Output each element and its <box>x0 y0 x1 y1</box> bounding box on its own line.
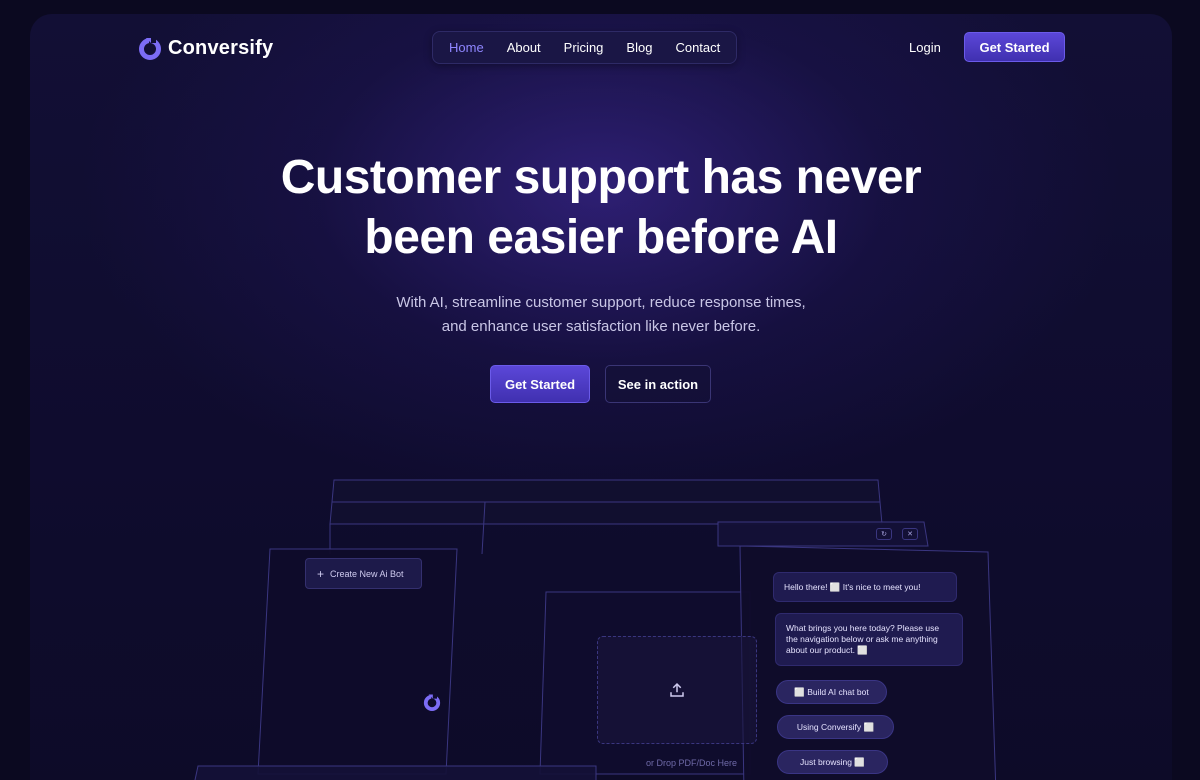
nav-link-about[interactable]: About <box>507 40 541 55</box>
create-bot-label: Create New Ai Bot <box>330 568 404 579</box>
nav-link-pricing[interactable]: Pricing <box>564 40 604 55</box>
plus-icon: + <box>317 566 325 581</box>
hero-subtitle: With AI, streamline customer support, re… <box>30 291 1172 339</box>
upload-icon <box>670 682 684 697</box>
nav-get-started-button[interactable]: Get Started <box>964 32 1065 62</box>
nav-link-contact[interactable]: Contact <box>675 40 720 55</box>
upload-dropzone[interactable] <box>597 636 757 744</box>
chat-option-build-bot[interactable]: ⬜ Build AI chat bot <box>776 680 887 704</box>
chat-option-using-conversify[interactable]: Using Conversify ⬜ <box>777 715 894 739</box>
chat-greeting: Hello there! ⬜ It's nice to meet you! <box>773 572 957 602</box>
bot-logo-icon <box>423 693 441 711</box>
see-in-action-button[interactable]: See in action <box>605 365 711 403</box>
chat-option-just-browsing[interactable]: Just browsing ⬜ <box>777 750 888 774</box>
page-frame: Conversify Home About Pricing Blog Conta… <box>30 14 1172 780</box>
nav-link-home[interactable]: Home <box>449 40 484 55</box>
main-nav: Home About Pricing Blog Contact <box>432 31 738 64</box>
subtitle-line-2: and enhance user satisfaction like never… <box>441 318 761 335</box>
login-link[interactable]: Login <box>909 40 941 55</box>
subtitle-line-1: With AI, streamline customer support, re… <box>396 294 806 311</box>
hero-get-started-button[interactable]: Get Started <box>490 365 590 403</box>
hero-headline: Customer support has never been easier b… <box>30 148 1172 268</box>
chat-prompt: What brings you here today? Please use t… <box>775 613 963 666</box>
logo-icon <box>139 37 161 60</box>
brand-name: Conversify <box>168 36 274 59</box>
create-new-bot-button[interactable]: + Create New Ai Bot <box>305 558 422 589</box>
headline-line-1: Customer support has never <box>280 151 922 204</box>
headline-line-2: been easier before AI <box>364 211 838 264</box>
upload-hint: or Drop PDF/Doc Here <box>646 758 738 768</box>
nav-link-blog[interactable]: Blog <box>626 40 652 55</box>
product-illustration: + Create New Ai Bot or Drop PDF/Doc Here… <box>30 14 1172 780</box>
close-icon[interactable]: ✕ <box>902 528 918 540</box>
brand-logo[interactable]: Conversify <box>138 36 273 60</box>
refresh-icon[interactable]: ↻ <box>876 528 892 540</box>
